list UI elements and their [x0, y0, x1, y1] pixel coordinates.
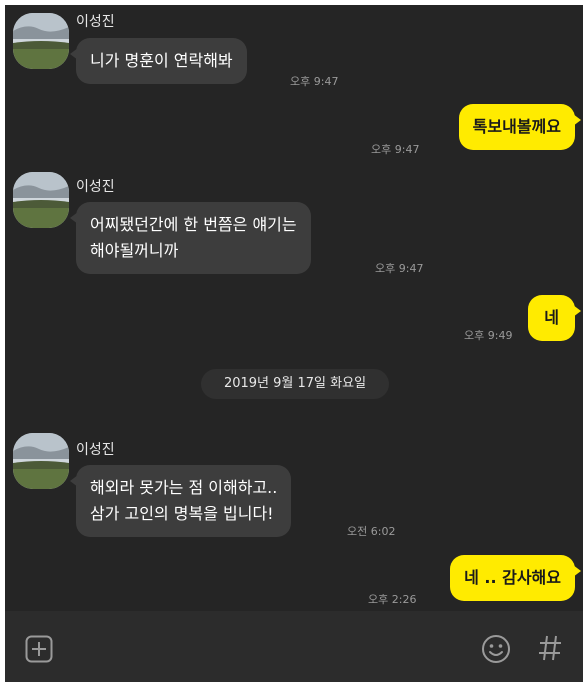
landscape-avatar-icon: [13, 433, 69, 489]
message-text-line: 해외라 못가는 점 이해하고..: [90, 478, 278, 497]
message-text-line: 어찌됐던간에 한 번쯤은 얘기는: [90, 215, 297, 234]
message-list[interactable]: 이성진 니가 명훈이 연락해봐 오후 9:47 톡보내볼께요 오후 9:47 이…: [5, 5, 583, 611]
message-timestamp: 오후 9:47: [375, 262, 424, 275]
message-text: 톡보내볼께요: [472, 117, 561, 136]
sender-avatar[interactable]: [13, 172, 69, 228]
message-text: 네: [544, 308, 559, 327]
message-timestamp: 오후 2:26: [368, 593, 417, 606]
incoming-message-bubble[interactable]: 니가 명훈이 연락해봐: [70, 38, 247, 84]
hashtag-icon[interactable]: [537, 634, 563, 666]
sender-avatar[interactable]: [13, 13, 69, 69]
add-icon[interactable]: [25, 635, 53, 667]
message-text-line: 해야될꺼니까: [90, 241, 179, 260]
outgoing-message-bubble[interactable]: 톡보내볼께요: [458, 104, 582, 150]
message-timestamp: 오후 9:49: [464, 329, 513, 342]
chat-screen: 이성진 니가 명훈이 연락해봐 오후 9:47 톡보내볼께요 오후 9:47 이…: [5, 5, 583, 682]
outgoing-message-bubble[interactable]: 네: [528, 295, 581, 341]
sender-name: 이성진: [76, 442, 115, 458]
sender-avatar[interactable]: [13, 433, 69, 489]
message-timestamp: 오전 6:02: [347, 525, 396, 538]
date-separator: 2019년 9월 17일 화요일: [201, 369, 389, 399]
landscape-avatar-icon: [13, 13, 69, 69]
incoming-message-bubble[interactable]: 어찌됐던간에 한 번쯤은 얘기는 해야될꺼니까: [70, 202, 311, 274]
outgoing-message-bubble[interactable]: 네 .. 감사해요: [450, 555, 581, 601]
sender-name: 이성진: [76, 14, 115, 30]
landscape-avatar-icon: [13, 172, 69, 228]
message-timestamp: 오후 9:47: [290, 75, 339, 88]
message-text-line: 삼가 고인의 명복을 빕니다!: [90, 504, 274, 523]
message-text: 니가 명훈이 연락해봐: [90, 51, 233, 70]
message-text: 네 .. 감사해요: [464, 568, 561, 587]
incoming-message-bubble[interactable]: 해외라 못가는 점 이해하고.. 삼가 고인의 명복을 빕니다!: [69, 465, 292, 537]
emoji-icon[interactable]: [480, 633, 512, 669]
sender-name: 이성진: [76, 179, 115, 195]
message-input-bar[interactable]: [5, 611, 583, 682]
message-timestamp: 오후 9:47: [371, 143, 420, 156]
